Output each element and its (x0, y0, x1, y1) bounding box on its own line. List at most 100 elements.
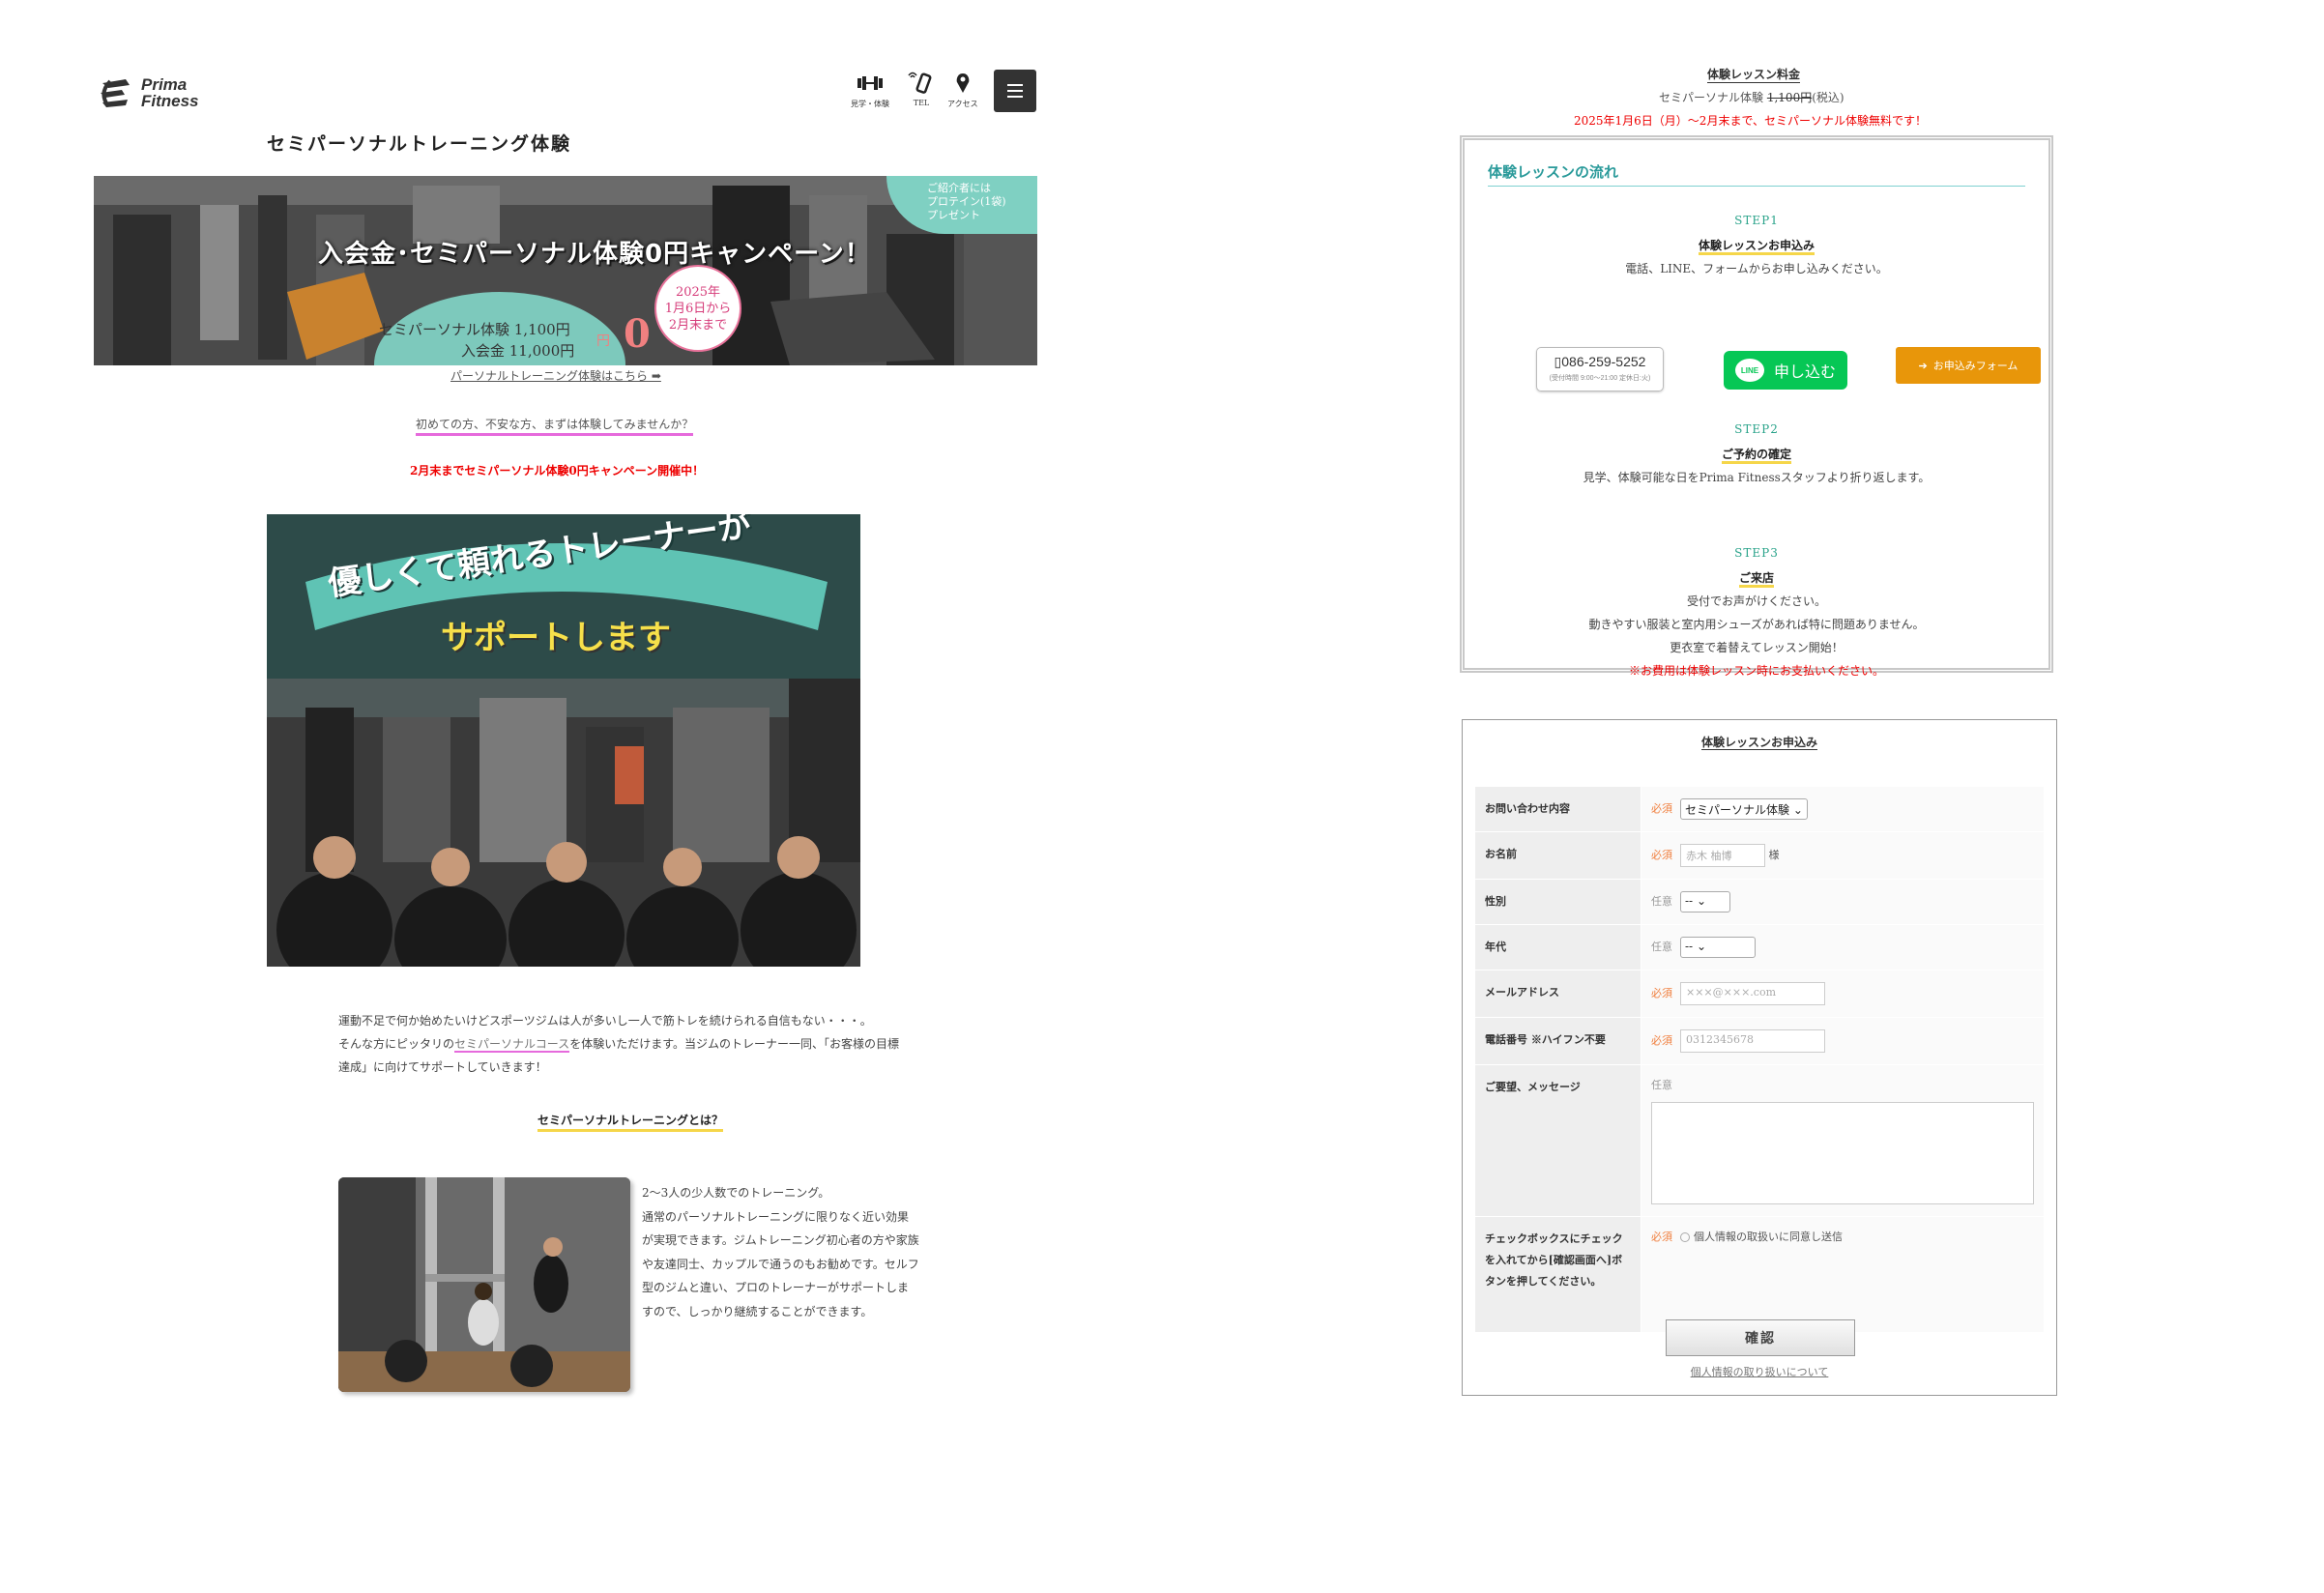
name-field-cell: 必須 赤木 柚博 様 (1641, 831, 2045, 880)
step2-label: STEP2 (1734, 422, 1779, 436)
semi-personal-heading: セミパーソナルトレーニングとは？ (537, 1112, 724, 1132)
logo-line2: Fitness (141, 92, 199, 110)
message-label: ご要望、メッセージ (1474, 1064, 1641, 1217)
confirm-button[interactable]: 確認 (1666, 1319, 1855, 1356)
phone-field-cell: 必須 0312345678 (1641, 1017, 2045, 1065)
inquiry-label: お問い合わせ内容 (1474, 786, 1641, 832)
tel-button[interactable]: ▯086-259-5252 (受付時間 9:00～21:00 定休日:火) (1536, 347, 1664, 391)
period-line: 1月6日から (664, 301, 732, 316)
logo[interactable]: Prima Fitness (97, 70, 203, 116)
gender-select[interactable]: -- ⌄ (1680, 891, 1730, 912)
form-button-label: お申込みフォーム (1932, 360, 2019, 372)
dumbbell-icon (857, 76, 883, 90)
period-line: 2月末まで (668, 317, 728, 333)
phone-label: 電話番号 ※ハイフン不要 (1474, 1017, 1641, 1065)
nav-trial[interactable]: 見学・体験 (851, 72, 889, 109)
tel-number: 086-259-5252 (1561, 354, 1646, 369)
logo-line1: Prima (141, 75, 188, 94)
inquiry-select-value: セミパーソナル体験 (1685, 803, 1790, 817)
nav-access-label: アクセス (947, 100, 978, 108)
required-badge: 必須 (1651, 1231, 1672, 1243)
step2-text: 見学、体験可能な日をPrima Fitnessスタッフより折り返します。 (1583, 471, 1931, 484)
banner-headline: 入会金･セミパーソナル体験0円キャンペーン！ (318, 240, 871, 269)
personal-training-link[interactable]: パーソナルトレーニング体験はこちら ➡ (450, 367, 661, 384)
form-row: お問い合わせ内容 必須 セミパーソナル体験 ⌄ (1474, 786, 2045, 832)
arrow-right-icon: ➔ (1918, 359, 1928, 372)
menu-bar-icon (1007, 90, 1023, 92)
description-line: や友達同士、カップルで通うのもお勧めです。セルフ (642, 1257, 919, 1271)
message-textarea[interactable] (1651, 1102, 2034, 1204)
required-badge: 必須 (1651, 987, 1672, 999)
banner-price-joining: 入会金 11,000円 (461, 342, 575, 360)
logo-mark-icon (101, 79, 130, 108)
banner-zero: 0 (624, 311, 651, 357)
step1-title-text: 体験レッスンお申込み (1698, 239, 1815, 255)
promo-line: ご紹介者には (927, 182, 991, 194)
name-label: お名前 (1474, 831, 1641, 880)
nav-access[interactable]: アクセス (947, 72, 978, 109)
intro-line: 運動不足で何か始めたいけどスポーツジムは人が多いし一人で筋トレを続けられる自信も… (338, 1014, 872, 1028)
first-time-message: 初めての方、不安な方、まずは体験してみませんか？ (416, 416, 694, 436)
phone-icon (908, 72, 932, 94)
intro-text: 運動不足で何か始めたいけどスポーツジムは人が多いし一人で筋トレを続けられる自信も… (338, 1009, 938, 1079)
required-badge: 必須 (1651, 1034, 1672, 1047)
phone-input[interactable]: 0312345678 (1680, 1029, 1825, 1053)
nav-trial-label: 見学・体験 (851, 100, 889, 108)
training-session-image (338, 1177, 630, 1392)
consent-text: 個人情報の取扱いに同意し送信 (1694, 1231, 1843, 1243)
step1-label: STEP1 (1734, 214, 1779, 227)
form-title-text: 体験レッスンお申込み (1700, 736, 1817, 750)
banner-yen: 円 (596, 333, 610, 349)
trainer-team-image: 優しくて頼れるトレーナーが サポートします (267, 514, 860, 967)
inquiry-field-cell: 必須 セミパーソナル体験 ⌄ (1641, 786, 2045, 832)
lesson-flow-box: 体験レッスンの流れ STEP1 体験レッスンお申込み 電話、LINE、フォームか… (1460, 135, 2053, 678)
inquiry-select[interactable]: セミパーソナル体験 ⌄ (1680, 798, 1808, 820)
step3-text: 動きやすい服装と室内用シューズがあれば特に問題ありません。 (1588, 618, 1925, 631)
line-button-label: 申し込む (1773, 362, 1836, 381)
intro-text-part: そんな方にピッタリの (338, 1037, 455, 1051)
campaign-notice: 2月末までセミパーソナル体験0円キャンペーン開催中！ (410, 464, 705, 478)
name-input[interactable]: 赤木 柚博 (1680, 844, 1765, 867)
gender-field-cell: 任意 -- ⌄ (1641, 879, 2045, 925)
age-select[interactable]: -- ⌄ (1680, 937, 1756, 958)
application-form: 体験レッスンお申込み お問い合わせ内容 必須 セミパーソナル体験 ⌄ お名前 必須… (1462, 719, 2057, 1396)
consent-label: チェックボックスにチェックを入れてから[確認画面へ]ボタンを押してください。 (1474, 1216, 1641, 1333)
step2-title: ご予約の確定 (1488, 446, 2025, 464)
hamburger-menu-button[interactable] (994, 70, 1036, 112)
email-label: メールアドレス (1474, 970, 1641, 1018)
form-row: ご要望、メッセージ 任意 (1474, 1064, 2045, 1217)
logo-text: Prima Fitness (141, 76, 199, 109)
line-apply-button[interactable]: LINE 申し込む (1724, 351, 1847, 390)
privacy-policy-link[interactable]: 個人情報の取り扱いについて (1463, 1364, 2056, 1379)
line-icon: LINE (1734, 359, 1764, 382)
trainer-subheadline: サポートします (441, 619, 671, 657)
consent-checkbox[interactable] (1680, 1232, 1690, 1242)
step1-text: 電話、LINE、フォームからお申し込みください。 (1625, 262, 1888, 275)
name-suffix: 様 (1768, 849, 1780, 861)
tel-hours: (受付時間 9:00～21:00 定休日:火) (1549, 375, 1651, 382)
campaign-banner[interactable]: 入会金･セミパーソナル体験0円キャンペーン！ セミパーソナル体験 1,100円 … (94, 176, 1037, 365)
tax-note: (税込) (1812, 91, 1845, 104)
step1-title: 体験レッスンお申込み (1488, 237, 2025, 255)
email-input[interactable]: ×××@×××.com (1680, 982, 1825, 1005)
intro-line: そんな方にピッタリのセミパーソナルコースを体験いただけます。当ジムのトレーナー一… (338, 1032, 938, 1056)
apply-form-button[interactable]: ➔ お申込みフォーム (1896, 347, 2041, 384)
form-row: 年代 任意 -- ⌄ (1474, 924, 2045, 970)
flow-steps: STEP1 体験レッスンお申込み 電話、LINE、フォームからお申し込みください… (1488, 187, 2041, 689)
step3-text: 受付でお声がけください。 (1686, 594, 1826, 608)
intro-line: 達成」に向けてサポートしていきます！ (338, 1060, 547, 1074)
period-line: 2025年 (675, 284, 721, 300)
nav-tel[interactable]: TEL (907, 72, 936, 107)
description-line: が実現できます。ジムトレーニング初心者の方や家族 (642, 1233, 919, 1247)
semi-personal-course-link[interactable]: セミパーソナルコース (454, 1037, 570, 1053)
age-select-value: -- (1685, 940, 1694, 953)
banner-price-trial: セミパーソナル体験 1,100円 (379, 321, 570, 338)
age-label: 年代 (1474, 924, 1641, 970)
banner-period-badge: 2025年 1月6日から 2月末まで (654, 265, 741, 352)
step3-text: 更衣室で着替えてレッスン開始！ (1670, 641, 1844, 654)
free-campaign-notice: 2025年1月6日（月）〜2月末まで、セミパーソナル体験無料です！ (1574, 114, 1927, 128)
menu-bar-icon (1007, 84, 1023, 86)
form-row: 性別 任意 -- ⌄ (1474, 879, 2045, 925)
email-field-cell: 必須 ×××@×××.com (1641, 970, 2045, 1018)
form-row: メールアドレス 必須 ×××@×××.com (1474, 970, 2045, 1018)
